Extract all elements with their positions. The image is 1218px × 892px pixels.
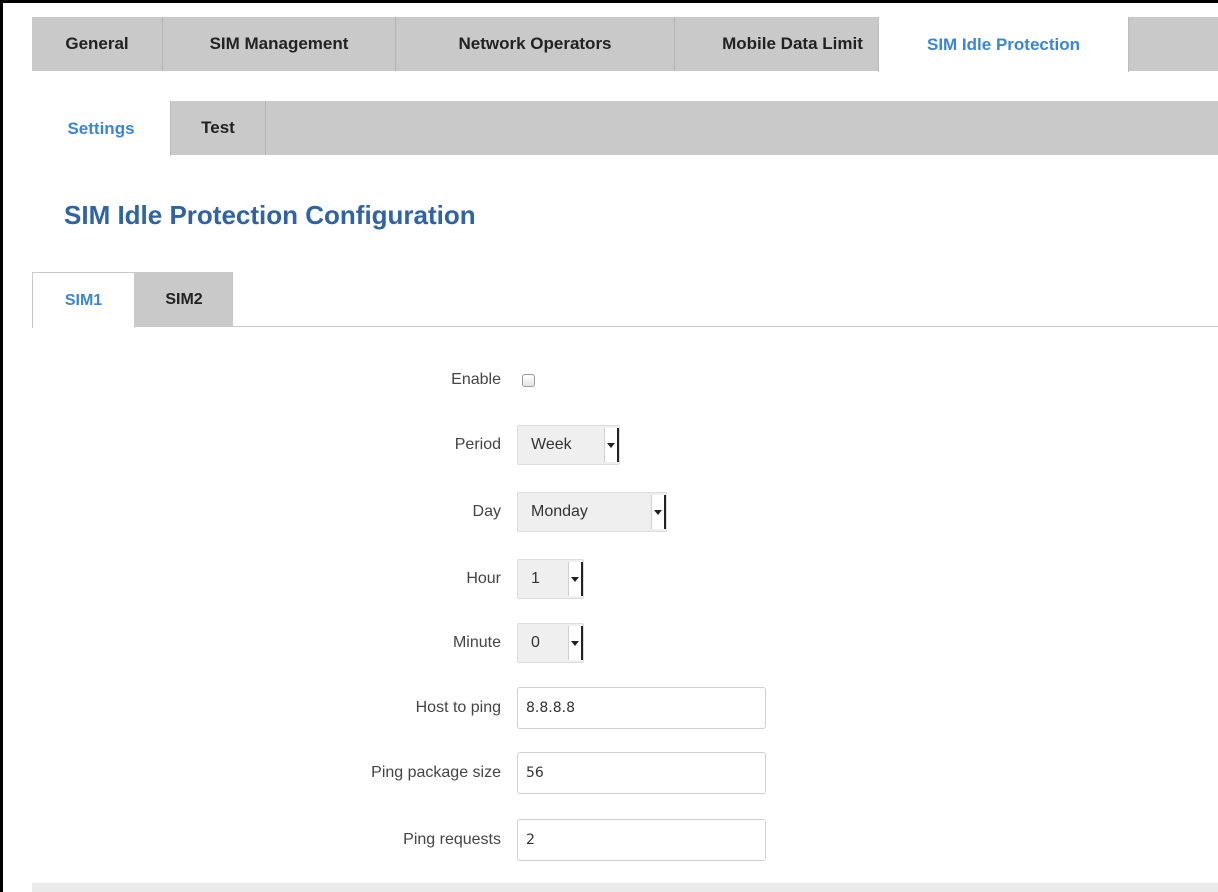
host-row: Host to ping [0, 687, 1218, 729]
bottom-bar [32, 883, 1218, 892]
period-row: Period Week [0, 425, 1218, 465]
tab-general[interactable]: General [32, 17, 163, 71]
main-tab-bar: General SIM Management Network Operators… [32, 17, 1218, 72]
host-label: Host to ping [415, 699, 501, 716]
period-select-value: Week [531, 436, 572, 453]
day-row: Day Monday [0, 492, 1218, 532]
chevron-down-icon [604, 428, 619, 462]
size-label: Ping package size [371, 764, 501, 781]
hour-select[interactable]: 1 [517, 559, 584, 599]
enable-row: Enable [0, 360, 1218, 400]
hour-row: Hour 1 [0, 559, 1218, 599]
requests-label: Ping requests [403, 831, 501, 848]
enable-label: Enable [451, 371, 501, 388]
minute-row: Minute 0 [0, 623, 1218, 663]
package-size-input[interactable] [517, 752, 766, 794]
day-select[interactable]: Monday [517, 492, 667, 532]
tab-settings[interactable]: Settings [32, 101, 171, 156]
tab-test[interactable]: Test [171, 101, 266, 155]
period-label: Period [454, 436, 501, 453]
minute-select[interactable]: 0 [517, 623, 584, 663]
tab-sim1[interactable]: SIM1 [32, 272, 135, 328]
chevron-down-icon [651, 495, 666, 529]
hour-select-value: 1 [531, 570, 540, 587]
ping-requests-input[interactable] [517, 819, 766, 861]
tab-sim-management[interactable]: SIM Management [163, 17, 396, 71]
tab-sim2[interactable]: SIM2 [135, 272, 233, 327]
page-title: SIM Idle Protection Configuration [64, 200, 476, 230]
sim-tab-bar: SIM1 SIM2 [32, 272, 1218, 328]
chevron-down-icon [568, 562, 583, 596]
minute-select-value: 0 [531, 634, 540, 651]
tab-network-operators[interactable]: Network Operators [396, 17, 675, 71]
host-input[interactable] [517, 687, 766, 729]
day-select-value: Monday [531, 503, 588, 520]
tab-mobile-data-limit[interactable]: Mobile Data Limit [675, 17, 911, 71]
minute-label: Minute [452, 634, 501, 651]
hour-label: Hour [466, 570, 501, 587]
day-label: Day [472, 503, 501, 520]
size-row: Ping package size [0, 752, 1218, 794]
enable-checkbox[interactable] [522, 373, 535, 387]
requests-row: Ping requests [0, 819, 1218, 861]
tab-sim-idle-protection[interactable]: SIM Idle Protection [878, 17, 1129, 72]
sub-tab-bar: Settings Test [32, 101, 1218, 156]
chevron-down-icon [568, 626, 583, 660]
period-select[interactable]: Week [517, 425, 620, 465]
